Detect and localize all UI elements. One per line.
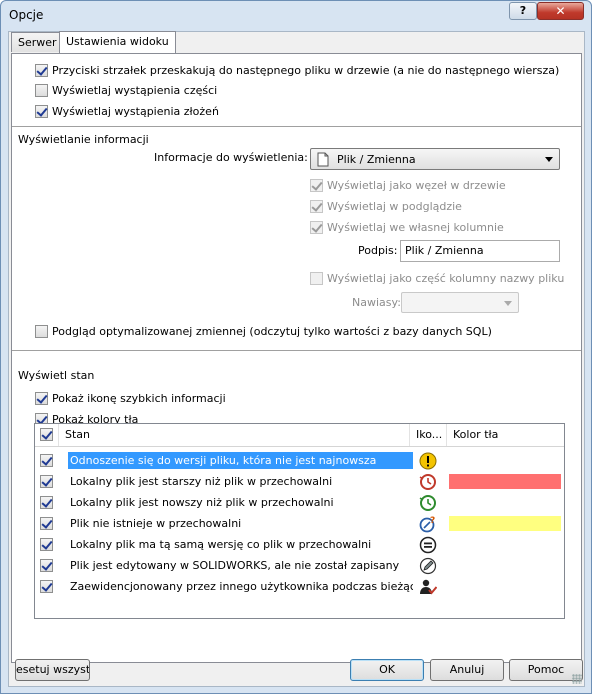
status-row[interactable]: Lokalny plik jest starszy niż plik w prz… [35,471,564,492]
checkbox-select-all[interactable] [40,428,53,441]
optimized-variable-label: Podgląd optymalizowanej zmiennej (odczyt… [52,325,492,338]
ok-button[interactable]: OK [350,659,424,681]
brackets-dropdown[interactable] [401,292,519,313]
column-header-bg-color[interactable]: Kolor tła [447,424,564,446]
checkbox-filename-column[interactable] [310,272,323,285]
caption-label: Podpis: [358,244,398,257]
row-color-swatch[interactable] [449,495,561,510]
tab-view-settings[interactable]: Ustawienia widoku [59,31,176,53]
status-row[interactable]: Zaewidencjonowany przez innego użytkowni… [35,576,564,597]
row-color-swatch[interactable] [449,537,561,552]
checkbox-part-instances[interactable] [35,84,48,97]
cancel-button[interactable]: Anuluj [430,659,504,681]
equal-icon [419,536,437,554]
clock-newer-icon [419,494,437,512]
status-grid[interactable]: Stan Iko... Kolor tła Odnoszenie się do … [34,423,565,619]
reset-all-button[interactable]: esetuj wszystk [15,659,90,681]
info-to-display-dropdown[interactable]: Plik / Zmienna [310,148,560,170]
own-column-label: Wyświetlaj we własnej kolumnie [327,221,504,234]
close-button[interactable]: ✕ [537,2,584,20]
document-icon [317,152,329,170]
status-row-label: Odnoszenie się do wersji pliku, która ni… [68,452,413,469]
status-row-label: Lokalny plik jest nowszy niż plik w prze… [70,496,334,509]
display-info-section-title: Wyświetlanie informacji [18,133,149,146]
resize-grip[interactable] [572,674,582,684]
row-checkbox[interactable] [40,496,53,509]
row-color-swatch[interactable] [449,558,561,573]
help-title-button[interactable]: ? [509,2,537,20]
status-row-label: Plik nie istnieje w przechowalni [70,517,242,530]
row-color-swatch[interactable] [449,579,561,594]
part-instances-label: Wyświetlaj wystąpienia części [52,84,218,97]
arrow-keys-label: Przyciski strzałek przeskakują do następ… [52,64,560,77]
checkbox-assembly-instances[interactable] [35,105,48,118]
filename-column-label: Wyświetlaj jako część kolumny nazwy plik… [327,272,565,285]
quick-info-label: Pokaż ikonę szybkich informacji [52,392,226,405]
chevron-down-icon [504,301,512,306]
warning-icon [419,452,437,470]
checkbox-preview[interactable] [310,200,323,213]
status-section-title: Wyświetl stan [18,369,95,382]
status-row-label: Lokalny plik ma tą samą wersję co plik w… [70,538,372,551]
status-row[interactable]: Plik nie istnieje w przechowalni ? [35,513,564,534]
tree-node-label: Wyświetlaj jako węzeł w drzewie [327,179,506,192]
info-to-display-value: Plik / Zmienna [337,153,416,166]
checkbox-quick-info[interactable] [35,392,48,405]
row-checkbox[interactable] [40,580,53,593]
checkbox-own-column[interactable] [310,221,323,234]
checkbox-arrow-keys[interactable] [35,64,48,77]
row-color-swatch[interactable] [449,453,561,468]
row-checkbox[interactable] [40,475,53,488]
options-dialog: Opcje ? ✕ Serwer Ustawienia widoku Przyc… [0,0,592,694]
tab-server[interactable]: Serwer [11,32,64,52]
status-row-label: Lokalny plik jest starszy niż plik w prz… [70,475,333,488]
status-row-label: Plik jest edytowany w SOLIDWORKS, ale ni… [70,559,400,572]
status-row[interactable]: Plik jest edytowany w SOLIDWORKS, ale ni… [35,555,564,576]
checkbox-tree-node[interactable] [310,179,323,192]
column-header-state[interactable]: Stan [59,424,410,446]
status-row[interactable]: Lokalny plik jest nowszy niż plik w prze… [35,492,564,513]
caption-input[interactable]: Plik / Zmienna [400,240,560,262]
missing-file-icon: ? [419,515,437,533]
assembly-instances-label: Wyświetlaj wystąpienia złożeń [52,105,219,118]
clock-older-icon [419,473,437,491]
header-select-all[interactable] [35,424,59,446]
column-header-icon[interactable]: Iko... [410,424,447,446]
pencil-icon [419,557,437,575]
status-row-label: Zaewidencjonowany przez innego użytkowni… [70,580,413,593]
status-row[interactable]: Odnoszenie się do wersji pliku, która ni… [35,450,564,471]
row-checkbox[interactable] [40,454,53,467]
row-color-swatch[interactable] [449,474,561,489]
checkbox-optimized-variable[interactable] [35,325,48,338]
status-row[interactable]: Lokalny plik ma tą samą wersję co plik w… [35,534,564,555]
info-to-display-label: Informacje do wyświetlenia: [154,151,308,164]
svg-text:?: ? [430,516,435,526]
row-checkbox[interactable] [40,517,53,530]
user-check-icon [419,578,438,596]
preview-label: Wyświetlaj w podglądzie [327,200,462,213]
brackets-label: Nawiasy: [352,296,401,309]
chevron-down-icon [545,157,553,162]
dialog-client: Serwer Ustawienia widoku Przyciski strza… [8,31,585,687]
row-color-swatch[interactable] [449,516,561,531]
title-bar: Opcje ? ✕ [1,1,591,27]
row-checkbox[interactable] [40,538,53,551]
window-title: Opcje [9,8,44,22]
row-checkbox[interactable] [40,559,53,572]
